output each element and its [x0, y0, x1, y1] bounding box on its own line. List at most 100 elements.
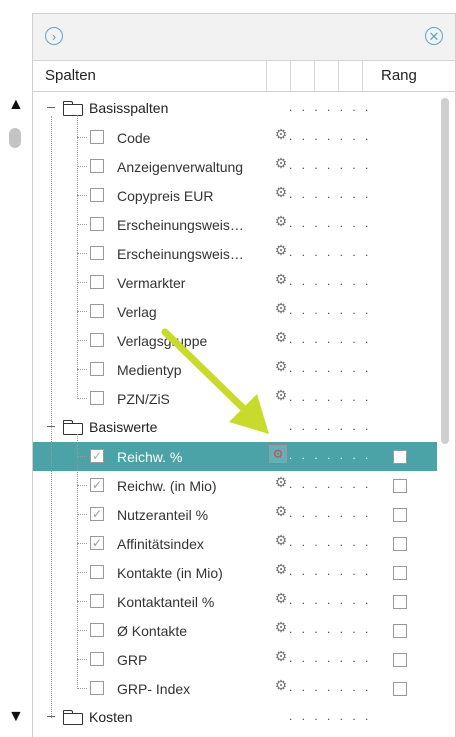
column-checkbox[interactable] — [90, 246, 104, 260]
tree-item-row[interactable]: ✓ Reichw. (in Mio) ⚙. . . . . . . — [33, 471, 437, 500]
gear-icon[interactable]: ⚙ — [274, 474, 288, 491]
rang-checkbox[interactable] — [393, 682, 407, 696]
column-checkbox[interactable] — [90, 652, 104, 666]
tree-connector — [77, 659, 87, 660]
gear-icon[interactable]: ⚙ — [274, 271, 288, 288]
tree-connector — [77, 253, 87, 254]
tree-connector — [77, 224, 87, 225]
column-checkbox[interactable] — [90, 304, 104, 318]
tree-item-row[interactable]: Ø Kontakte ⚙. . . . . . . — [33, 616, 437, 645]
scroll-up-arrow-icon[interactable]: ▲ — [8, 96, 24, 114]
tree-line — [77, 434, 78, 689]
rang-checkbox[interactable] — [393, 508, 407, 522]
gear-icon[interactable]: ⚙ — [274, 300, 288, 317]
tree-connector — [77, 369, 87, 370]
column-checkbox[interactable]: ✓ — [90, 536, 104, 550]
header-rang[interactable]: Rang — [381, 67, 417, 84]
tree-item-row[interactable]: Kontaktanteil % ⚙. . . . . . . — [33, 587, 437, 616]
rang-checkbox[interactable] — [393, 624, 407, 638]
column-checkbox[interactable] — [90, 391, 104, 405]
tree-item-row[interactable]: Code ⚙. . . . . . . — [33, 123, 437, 152]
column-checkbox[interactable]: ✓ — [90, 449, 104, 463]
gear-icon[interactable]: ⚙ — [274, 155, 288, 172]
gear-icon[interactable]: ⚙ — [274, 329, 288, 346]
dots: . . . . . . . — [289, 187, 372, 201]
tree-group-row[interactable]: Kosten . . . . . . . — [33, 703, 437, 732]
tree-item-row[interactable]: ✓ Nutzeranteil % ⚙. . . . . . . — [33, 500, 437, 529]
gear-icon[interactable]: ⚙ — [274, 387, 288, 404]
gear-icon[interactable]: ⚙ — [274, 242, 288, 259]
tree-item-row[interactable]: Kontakte (in Mio) ⚙. . . . . . . — [33, 558, 437, 587]
rang-checkbox[interactable] — [393, 566, 407, 580]
column-checkbox[interactable] — [90, 159, 104, 173]
gear-icon[interactable]: ⚙ — [274, 590, 288, 607]
tree-connector — [77, 311, 87, 312]
folder-icon — [63, 710, 83, 725]
gear-icon[interactable]: ⚙ — [274, 532, 288, 549]
column-checkbox[interactable] — [90, 333, 104, 347]
gear-icon[interactable]: ⚙ — [274, 561, 288, 578]
column-checkbox[interactable]: ✓ — [90, 507, 104, 521]
tree-item-row[interactable]: Copypreis EUR ⚙. . . . . . . — [33, 181, 437, 210]
column-label: Verlagsgruppe — [117, 333, 208, 349]
rang-checkbox[interactable] — [393, 653, 407, 667]
column-label: Kontaktanteil % — [117, 594, 215, 610]
gear-icon[interactable]: ⚙ — [274, 126, 288, 143]
column-checkbox[interactable] — [90, 217, 104, 231]
tree-item-row[interactable]: ✓ Affinitätsindex ⚙. . . . . . . — [33, 529, 437, 558]
dots: . . . . . . . — [289, 361, 372, 375]
dots: . . . . . . . — [289, 390, 372, 404]
gear-icon[interactable]: ⚙ — [268, 444, 288, 464]
dots: . . . . . . . — [289, 477, 372, 491]
gear-icon[interactable]: ⚙ — [274, 503, 288, 520]
close-circle-icon[interactable]: ✕ — [425, 27, 443, 45]
gear-icon[interactable]: ⚙ — [274, 213, 288, 230]
tree-item-row[interactable]: Erscheinungsweis… ⚙. . . . . . . — [33, 239, 437, 268]
rang-checkbox[interactable] — [393, 479, 407, 493]
tree-scrollbar[interactable] — [441, 98, 449, 444]
tree-item-row[interactable]: PZN/ZiS ⚙. . . . . . . — [33, 384, 437, 413]
column-checkbox[interactable]: ✓ — [90, 478, 104, 492]
tree-connector — [77, 601, 87, 602]
tree-group-row[interactable]: Basiswerte . . . . . . . — [33, 413, 437, 442]
dots: . . . . . . . — [289, 564, 372, 578]
tree-group-row[interactable]: Basisspalten . . . . . . . — [33, 94, 437, 123]
header-spalten[interactable]: Spalten — [45, 67, 96, 84]
rang-checkbox[interactable] — [393, 537, 407, 551]
gear-icon[interactable]: ⚙ — [274, 358, 288, 375]
rang-checkbox[interactable] — [393, 595, 407, 609]
tree-item-row[interactable]: Verlag ⚙. . . . . . . — [33, 297, 437, 326]
tree-connector — [77, 195, 87, 196]
tree-item-row[interactable]: GRP ⚙. . . . . . . — [33, 645, 437, 674]
dots: . . . . . . . — [289, 709, 372, 723]
gear-icon[interactable]: ⚙ — [274, 184, 288, 201]
column-checkbox[interactable] — [90, 623, 104, 637]
scroll-down-arrow-icon[interactable]: ▼ — [8, 708, 24, 726]
column-checkbox[interactable] — [90, 362, 104, 376]
tree-item-row[interactable]: Vermarkter ⚙. . . . . . . — [33, 268, 437, 297]
tree-item-row[interactable]: Anzeigenverwaltung ⚙. . . . . . . — [33, 152, 437, 181]
gear-icon[interactable]: ⚙ — [274, 619, 288, 636]
dots: . . . . . . . — [289, 448, 372, 462]
dots: . . . . . . . — [289, 419, 372, 433]
column-checkbox[interactable] — [90, 565, 104, 579]
gear-icon[interactable]: ⚙ — [274, 648, 288, 665]
tree-line — [51, 116, 52, 718]
tree-item-row[interactable]: Erscheinungsweis… ⚙. . . . . . . — [33, 210, 437, 239]
dots: . . . . . . . — [289, 680, 372, 694]
column-label: Code — [117, 130, 151, 146]
outer-scroll-thumb[interactable] — [9, 128, 21, 148]
rang-checkbox[interactable] — [393, 450, 407, 464]
column-checkbox[interactable] — [90, 130, 104, 144]
collapse-minus-icon[interactable] — [47, 107, 55, 108]
column-checkbox[interactable] — [90, 188, 104, 202]
tree-item-row[interactable]: GRP- Index ⚙. . . . . . . — [33, 674, 437, 703]
column-checkbox[interactable] — [90, 275, 104, 289]
column-checkbox[interactable] — [90, 681, 104, 695]
tree-item-row[interactable]: Medientyp ⚙. . . . . . . — [33, 355, 437, 384]
chevron-right-circle-icon[interactable]: › — [45, 27, 63, 45]
tree-item-row[interactable]: Verlagsgruppe ⚙. . . . . . . — [33, 326, 437, 355]
column-checkbox[interactable] — [90, 594, 104, 608]
gear-icon[interactable]: ⚙ — [274, 677, 288, 694]
tree-item-row[interactable]: ✓ Reichw. % ⚙. . . . . . . — [33, 442, 437, 471]
